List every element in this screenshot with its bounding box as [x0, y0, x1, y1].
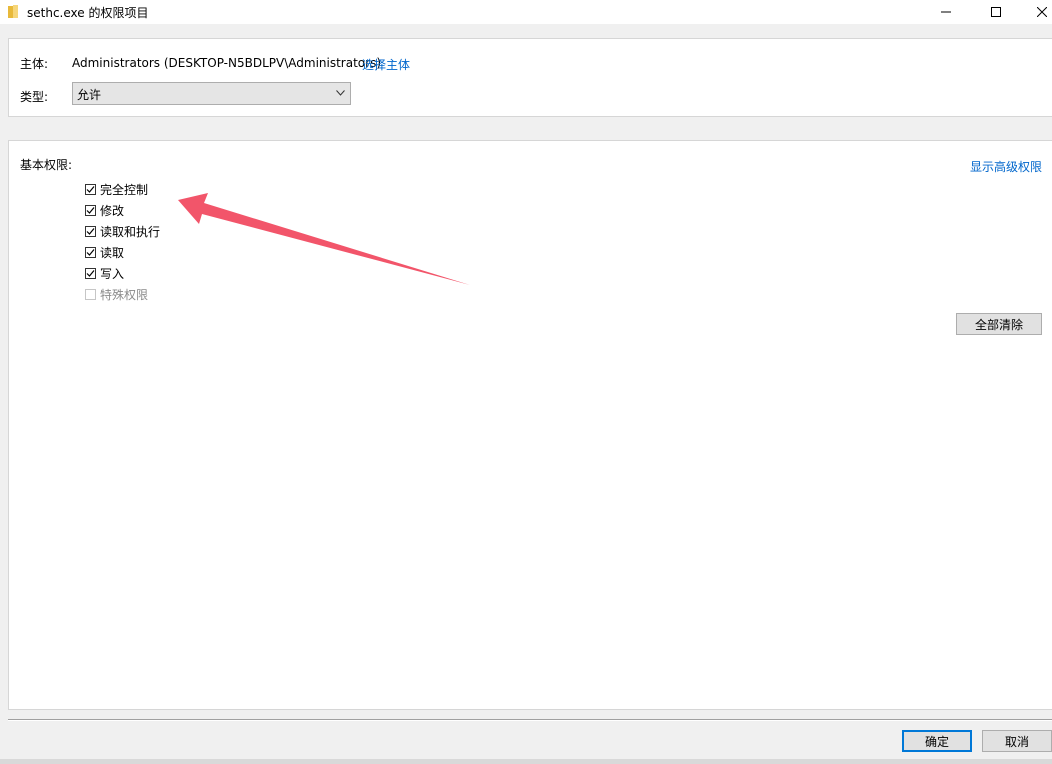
- permission-read-execute[interactable]: 读取和执行: [85, 222, 160, 240]
- minimize-icon: [941, 11, 951, 13]
- window-title: sethc.exe 的权限项目: [27, 6, 149, 20]
- checkbox-checked-icon[interactable]: [85, 267, 96, 279]
- type-select-value: 允许: [77, 88, 102, 102]
- permissions-panel: 基本权限: 显示高级权限 完全控制 修改 读取和执行 读取 写入 特殊权限 全部…: [8, 140, 1052, 710]
- permission-label: 特殊权限: [100, 287, 149, 302]
- permission-label: 修改: [100, 203, 125, 218]
- permission-special: 特殊权限: [85, 285, 148, 303]
- window-bottom-edge: [0, 759, 1052, 764]
- footer-divider-highlight: [8, 720, 1052, 721]
- chevron-down-icon: [336, 90, 345, 96]
- minimize-button[interactable]: [926, 0, 966, 24]
- basic-permissions-label: 基本权限:: [20, 158, 73, 172]
- permission-write[interactable]: 写入: [85, 264, 124, 282]
- maximize-icon: [991, 7, 1001, 17]
- principal-value: Administrators (DESKTOP-N5BDLPV\Administ…: [72, 56, 381, 70]
- permission-read[interactable]: 读取: [85, 243, 124, 261]
- principal-label: 主体:: [20, 57, 49, 71]
- checkbox-unchecked-icon: [85, 288, 96, 300]
- checkbox-checked-icon[interactable]: [85, 225, 96, 237]
- principal-panel: 主体: Administrators (DESKTOP-N5BDLPV\Admi…: [8, 38, 1052, 117]
- clear-all-button[interactable]: 全部清除: [956, 313, 1042, 335]
- show-advanced-permissions-link[interactable]: 显示高级权限: [970, 158, 1042, 175]
- permission-label: 完全控制: [100, 182, 149, 197]
- close-button[interactable]: [1022, 0, 1052, 24]
- type-select[interactable]: 允许: [72, 82, 351, 105]
- close-icon: [1037, 7, 1047, 17]
- permission-modify[interactable]: 修改: [85, 201, 124, 219]
- permission-label: 读取: [100, 245, 125, 260]
- select-principal-link[interactable]: 选择主体: [362, 56, 410, 73]
- title-bar: sethc.exe 的权限项目: [0, 0, 1052, 24]
- permission-label: 读取和执行: [100, 224, 161, 239]
- folder-icon: [8, 5, 18, 18]
- checkbox-checked-icon[interactable]: [85, 183, 96, 195]
- cancel-button[interactable]: 取消: [982, 730, 1052, 752]
- type-label: 类型:: [20, 90, 49, 104]
- checkbox-checked-icon[interactable]: [85, 246, 96, 258]
- permission-full-control[interactable]: 完全控制: [85, 180, 148, 198]
- ok-button[interactable]: 确定: [902, 730, 972, 752]
- maximize-button[interactable]: [976, 0, 1016, 24]
- permission-label: 写入: [100, 266, 125, 281]
- checkbox-checked-icon[interactable]: [85, 204, 96, 216]
